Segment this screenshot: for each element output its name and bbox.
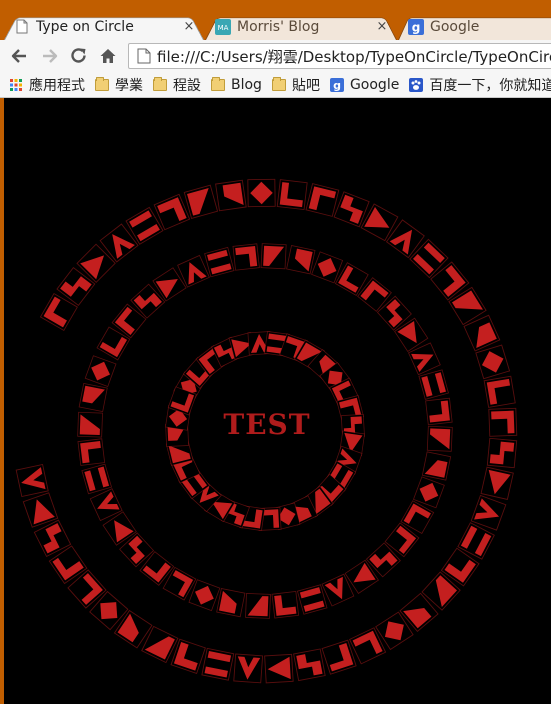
ring-glyph: [216, 588, 246, 618]
tab-type-on-circle[interactable]: Type on Circle ×: [4, 13, 204, 40]
ring-glyph: [311, 251, 344, 284]
ring-glyph: [245, 593, 271, 619]
ring-glyph: [296, 584, 328, 615]
ring-glyph: [488, 407, 518, 437]
bookmark-label: 程設: [173, 78, 201, 94]
tab-title: Google: [430, 18, 480, 35]
bookmark-label: 應用程式: [29, 78, 85, 94]
ring-glyph: [201, 647, 235, 681]
ring-glyph: [470, 494, 507, 531]
ring-glyph: [486, 437, 518, 469]
ring-glyph: [475, 344, 511, 380]
ring-glyph: [305, 183, 340, 217]
baidu-icon: [409, 78, 424, 92]
folder-icon: [271, 77, 286, 91]
ring-glyph: [418, 369, 449, 400]
bookmark-label: 貼吧: [291, 78, 320, 94]
ring-glyph: [81, 463, 113, 495]
bookmark-baidu[interactable]: 百度一下，你就知道: [409, 75, 551, 95]
bookmark-folder-study[interactable]: 學業: [95, 75, 143, 95]
circle-type-rings: [15, 178, 518, 684]
ring-glyph: [425, 397, 453, 426]
ring-glyph: [215, 179, 247, 212]
ring-glyph: [22, 492, 59, 528]
center-text: TEST: [223, 408, 311, 441]
bookmark-label: 百度一下，你就知道: [429, 78, 551, 94]
bookmark-folder-tieba[interactable]: 貼吧: [271, 75, 320, 95]
forward-button[interactable]: [39, 45, 61, 67]
tab-title: Type on Circle: [36, 18, 134, 35]
tab-title: Morris' Blog: [237, 18, 320, 35]
bookmark-label: Google: [349, 77, 400, 93]
ring-glyph: [204, 246, 235, 278]
ring-glyph: [78, 382, 108, 413]
ring-glyph: [233, 653, 264, 684]
toolbar: file:///C:/Users/翔雲/Desktop/TypeOnCircle…: [0, 40, 551, 73]
ring-glyph: [293, 648, 326, 682]
bookmark-folder-blog[interactable]: Blog: [211, 77, 262, 93]
ring-glyph: [480, 466, 514, 500]
bookmark-folder-programming[interactable]: 程設: [153, 75, 201, 95]
ring-glyph: [321, 639, 357, 675]
ring-glyph: [276, 179, 308, 211]
back-arrow-icon: [11, 49, 26, 63]
tab-morris-blog[interactable]: MA Morris' Blog ×: [205, 13, 397, 40]
folder-icon: [153, 77, 167, 91]
page-icon: [137, 48, 151, 64]
ring-glyph: [170, 638, 206, 675]
bookmark-label: 學業: [115, 78, 143, 94]
ring-glyph: [333, 191, 370, 228]
ring-glyph: [483, 375, 516, 408]
ring-glyph: [260, 243, 287, 270]
close-icon[interactable]: ×: [182, 19, 196, 34]
ring-glyph: [84, 355, 117, 387]
ring-glyph: [77, 438, 106, 466]
ring-glyph: [264, 653, 294, 684]
home-button[interactable]: [97, 45, 119, 67]
bookmark-label: Blog: [231, 77, 262, 93]
google-favicon-icon: g: [408, 18, 424, 35]
tab-strip: Type on Circle × MA Morris' Blog × g Goo…: [0, 0, 551, 40]
bookmarks-bar: 應用程式 學業 程設 Blog 貼吧 g Google 百度一下，你就知道: [0, 73, 551, 98]
folder-icon: [95, 77, 109, 91]
forward-arrow-icon: [43, 49, 58, 63]
home-icon: [100, 49, 116, 63]
back-button[interactable]: [8, 45, 30, 67]
blog-favicon-icon: MA: [215, 18, 231, 35]
ring-glyph: [426, 425, 453, 452]
ring-glyph: [421, 451, 452, 481]
ring-glyph: [15, 463, 49, 498]
ring-glyph: [188, 579, 221, 612]
ring-glyph: [232, 243, 260, 271]
reload-button[interactable]: [68, 45, 90, 67]
page-content: TEST: [4, 98, 551, 704]
svg-text:g: g: [333, 79, 341, 92]
address-text: file:///C:/Users/翔雲/Desktop/TypeOnCircle…: [157, 47, 551, 66]
ring-glyph: [412, 476, 445, 509]
close-icon[interactable]: ×: [375, 19, 389, 34]
google-icon: g: [329, 78, 344, 92]
ring-glyph: [271, 591, 300, 619]
bookmark-apps[interactable]: 應用程式: [9, 75, 85, 95]
folder-icon: [211, 77, 225, 91]
address-bar[interactable]: file:///C:/Users/翔雲/Desktop/TypeOnCircle…: [128, 43, 551, 69]
bookmark-google[interactable]: g Google: [329, 77, 400, 93]
page-icon: [14, 19, 30, 35]
reload-icon: [71, 48, 86, 63]
tab-google[interactable]: g Google: [398, 13, 551, 40]
ring-glyph: [183, 184, 219, 219]
svg-text:g: g: [412, 20, 421, 34]
ring-glyph: [247, 178, 276, 208]
ring-glyph: [286, 245, 316, 275]
ring-glyph: [77, 411, 103, 438]
svg-text:MA: MA: [218, 24, 229, 32]
apps-grid-icon: [10, 79, 22, 91]
